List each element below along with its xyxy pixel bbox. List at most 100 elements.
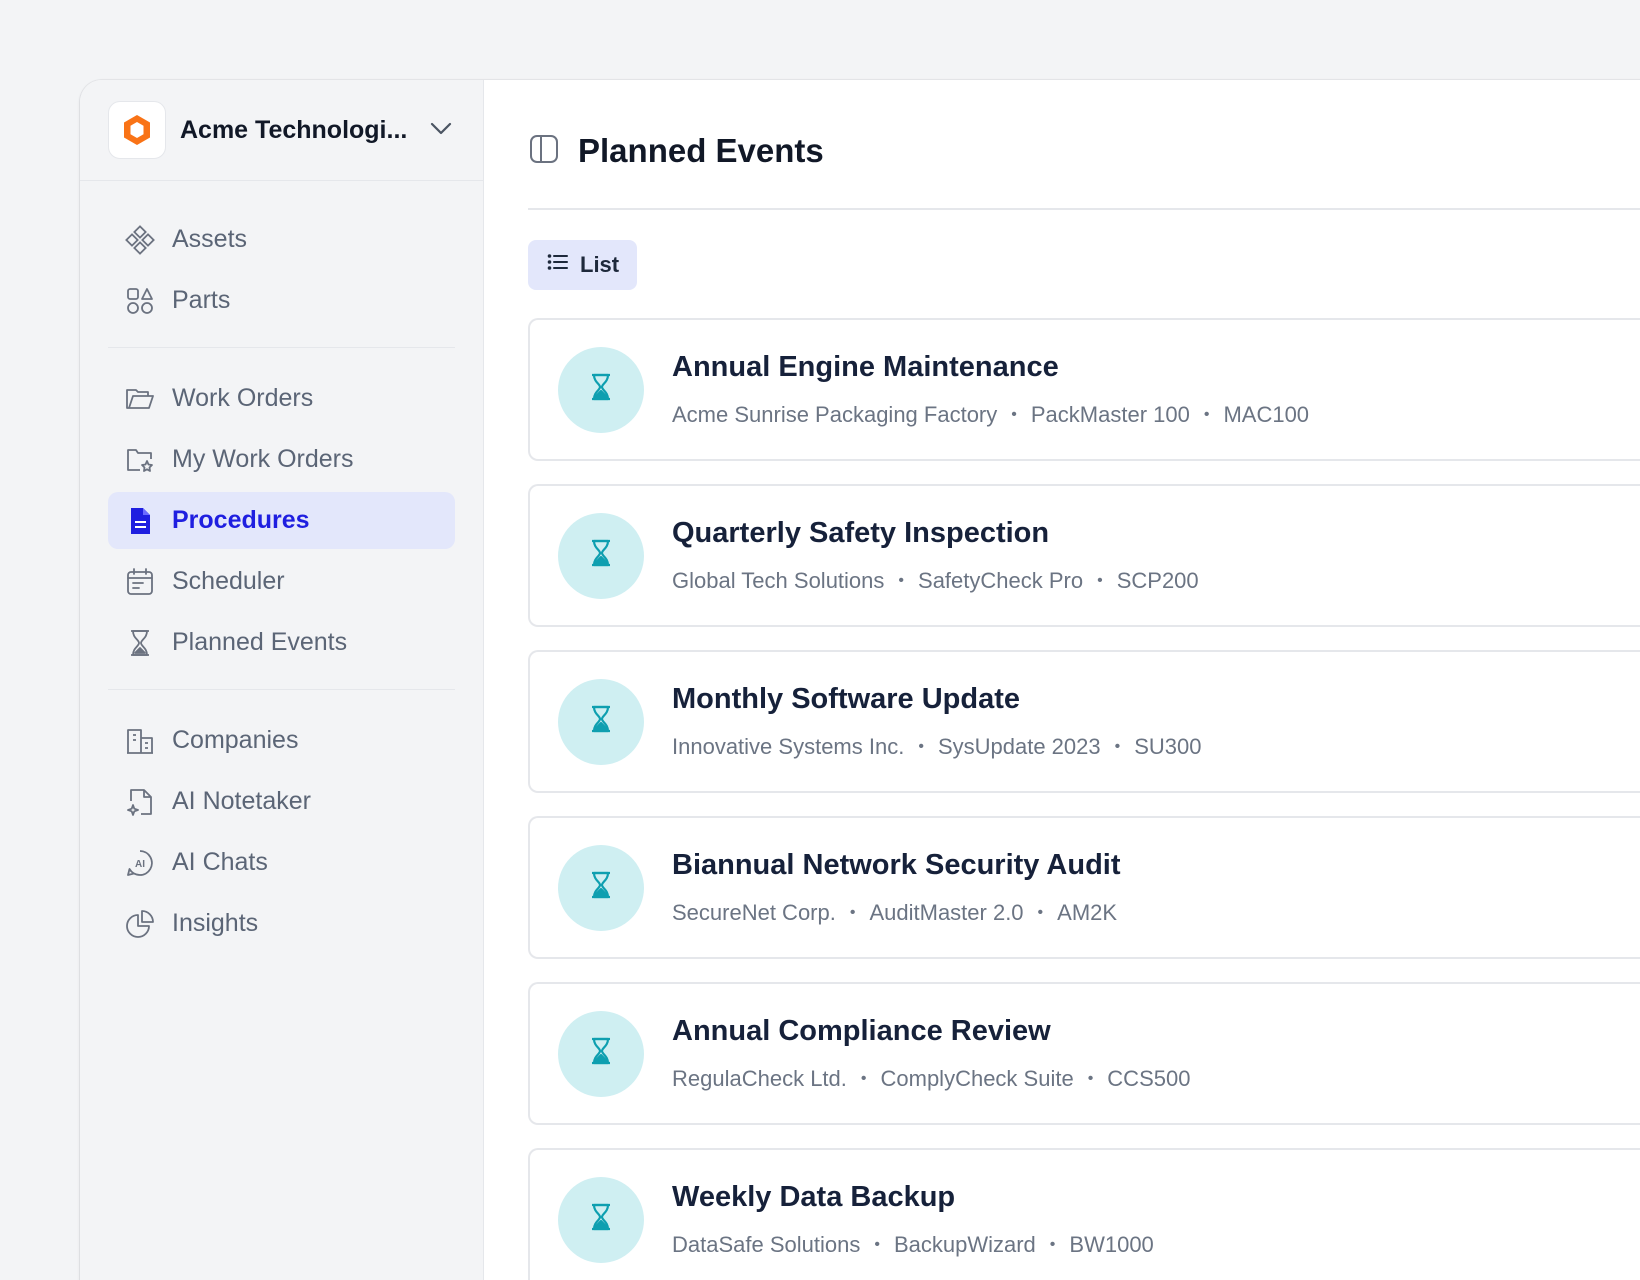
- separator-dot: •: [849, 904, 856, 921]
- event-info: Monthly Software Update Innovative Syste…: [672, 683, 1202, 760]
- sidebar: Acme Technologi... Assets Parts Work Ord…: [80, 80, 484, 1280]
- sidebar-item-procedures[interactable]: Procedures: [108, 492, 455, 549]
- event-meta: DataSafe Solutions • BackupWizard • BW1000: [672, 1232, 1154, 1258]
- sidebar-item-companies[interactable]: Companies: [108, 712, 455, 769]
- event-asset: PackMaster 100: [1030, 402, 1190, 427]
- event-company: Innovative Systems Inc.: [672, 734, 905, 759]
- event-card[interactable]: Biannual Network Security Audit SecureNe…: [528, 816, 1640, 959]
- sidebar-item-scheduler[interactable]: Scheduler: [108, 553, 455, 610]
- event-code: MAC100: [1223, 402, 1310, 427]
- separator-dot: •: [874, 1236, 880, 1253]
- event-info: Annual Engine Maintenance Acme Sunrise P…: [672, 351, 1309, 428]
- assets-icon: [124, 224, 156, 256]
- event-info: Quarterly Safety Inspection Global Tech …: [672, 517, 1199, 594]
- event-code: AM2K: [1057, 900, 1118, 925]
- calendar-icon: [124, 566, 156, 598]
- event-title: Quarterly Safety Inspection: [672, 517, 1050, 549]
- event-card[interactable]: Monthly Software Update Innovative Syste…: [528, 650, 1640, 793]
- sidebar-item-label: Assets: [172, 225, 248, 253]
- event-title: Weekly Data Backup: [672, 1181, 956, 1213]
- event-avatar: [558, 512, 644, 599]
- separator-dot: •: [918, 738, 924, 755]
- parts-icon: [124, 285, 156, 317]
- event-meta: Innovative Systems Inc. • SysUpdate 2023 •…: [672, 734, 1202, 760]
- separator-dot: •: [1203, 406, 1210, 423]
- event-card[interactable]: Annual Compliance Review RegulaCheck Ltd…: [528, 982, 1640, 1125]
- event-info: Annual Compliance Review RegulaCheck Ltd…: [672, 1015, 1190, 1092]
- separator-dot: •: [1114, 738, 1121, 755]
- sidebar-item-label: Procedures: [172, 506, 310, 534]
- nav-divider: [108, 689, 455, 690]
- sidebar-item-parts[interactable]: Parts: [108, 272, 455, 329]
- sidebar-item-label: Parts: [172, 286, 231, 314]
- event-asset: BackupWizard: [893, 1232, 1036, 1257]
- sidebar-item-label: AI Notetaker: [172, 787, 311, 815]
- separator-dot: •: [1087, 1070, 1094, 1087]
- chevron-down-icon[interactable]: [427, 114, 455, 147]
- event-card[interactable]: Annual Engine Maintenance Acme Sunrise P…: [528, 318, 1640, 461]
- event-card[interactable]: Weekly Data Backup DataSafe Solutions • B…: [528, 1148, 1640, 1280]
- sidebar-item-label: Planned Events: [172, 628, 348, 656]
- sidebar-item-my-work-orders[interactable]: My Work Orders: [108, 431, 455, 488]
- hourglass-icon: [586, 1036, 616, 1071]
- nav-divider: [108, 347, 455, 348]
- sidebar-item-label: Insights: [172, 909, 259, 937]
- nav-group-other: Companies AI Notetaker AI AI Chats Insig…: [108, 704, 455, 968]
- separator-dot: •: [1037, 904, 1044, 921]
- event-title: Annual Compliance Review: [672, 1015, 1051, 1047]
- event-asset: ComplyCheck Suite: [880, 1066, 1074, 1091]
- event-code: SCP200: [1116, 568, 1199, 593]
- svg-text:AI: AI: [135, 859, 145, 870]
- sidebar-item-label: Work Orders: [172, 384, 314, 412]
- event-avatar: [558, 678, 644, 765]
- pie-chart-icon: [124, 908, 156, 940]
- sidebar-nav: Assets Parts Work Orders My Work Orders …: [80, 181, 483, 968]
- event-avatar: [558, 1176, 644, 1263]
- separator-dot: •: [898, 572, 905, 589]
- event-code: CCS500: [1107, 1066, 1191, 1091]
- sidebar-item-label: Companies: [172, 726, 299, 754]
- event-title: Annual Engine Maintenance: [672, 351, 1059, 383]
- separator-dot: •: [1049, 1236, 1056, 1253]
- hourglass-icon: [586, 372, 616, 407]
- hourglass-icon: [586, 1202, 616, 1237]
- page-header: Planned Events: [528, 80, 1640, 210]
- sidebar-item-assets[interactable]: Assets: [108, 211, 455, 268]
- event-company: Global Tech Solutions: [672, 568, 885, 593]
- app-window: Acme Technologi... Assets Parts Work Ord…: [80, 80, 1640, 1280]
- event-meta: Global Tech Solutions • SafetyCheck Pro • …: [672, 568, 1199, 594]
- building-icon: [124, 725, 156, 757]
- event-meta: SecureNet Corp. • AuditMaster 2.0 • AM2K: [672, 900, 1121, 926]
- document-icon: [124, 505, 156, 537]
- sidebar-item-ai-notetaker[interactable]: AI Notetaker: [108, 773, 455, 830]
- event-code: SU300: [1134, 734, 1202, 759]
- hourglass-icon: [586, 538, 616, 573]
- list-view-button[interactable]: List: [528, 240, 638, 290]
- sidebar-toggle-icon[interactable]: [528, 133, 560, 170]
- sidebar-item-planned-events[interactable]: Planned Events: [108, 614, 455, 671]
- nav-group-work: Work Orders My Work Orders Procedures Sc…: [108, 362, 455, 687]
- folder-star-icon: [124, 444, 156, 476]
- event-info: Biannual Network Security Audit SecureNe…: [672, 849, 1121, 926]
- sidebar-item-ai-chats[interactable]: AI AI Chats: [108, 834, 455, 891]
- sidebar-item-work-orders[interactable]: Work Orders: [108, 370, 455, 427]
- folder-icon: [124, 383, 156, 415]
- event-list: Annual Engine Maintenance Acme Sunrise P…: [528, 318, 1640, 1280]
- event-asset: SysUpdate 2023: [937, 734, 1101, 759]
- event-asset: SafetyCheck Pro: [918, 568, 1084, 593]
- org-switcher[interactable]: Acme Technologi...: [80, 80, 483, 181]
- sidebar-item-label: Scheduler: [172, 567, 285, 595]
- sidebar-item-label: My Work Orders: [172, 445, 354, 473]
- event-company: SecureNet Corp.: [672, 900, 836, 925]
- sidebar-item-insights[interactable]: Insights: [108, 895, 455, 952]
- main-content: Planned Events List Annual Engine Mainte…: [484, 80, 1640, 1280]
- page-title: Planned Events: [578, 132, 824, 169]
- note-sparkle-icon: [124, 786, 156, 818]
- nav-group-inventory: Assets Parts: [108, 203, 455, 345]
- event-info: Weekly Data Backup DataSafe Solutions • B…: [672, 1181, 1154, 1258]
- hourglass-icon: [124, 627, 156, 659]
- event-asset: AuditMaster 2.0: [869, 900, 1024, 925]
- event-avatar: [558, 844, 644, 931]
- event-avatar: [558, 1010, 644, 1097]
- event-card[interactable]: Quarterly Safety Inspection Global Tech …: [528, 484, 1640, 627]
